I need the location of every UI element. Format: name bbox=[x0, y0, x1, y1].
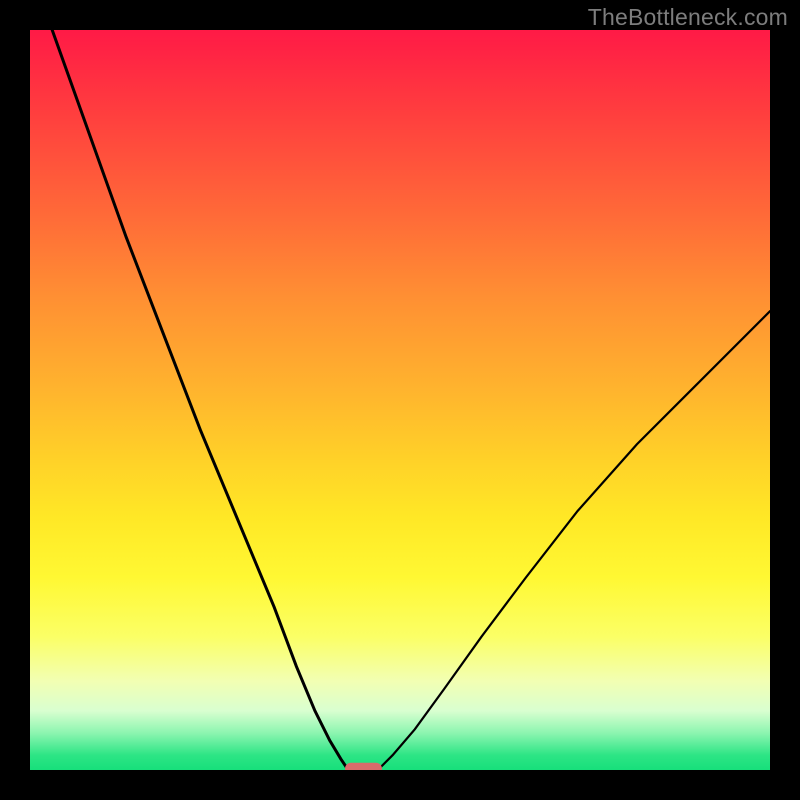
curve-svg bbox=[30, 30, 770, 770]
plot-area bbox=[30, 30, 770, 770]
curve-right-branch bbox=[378, 311, 770, 770]
watermark-text: TheBottleneck.com bbox=[588, 4, 788, 31]
bottleneck-marker bbox=[345, 763, 382, 770]
chart-frame: TheBottleneck.com bbox=[0, 0, 800, 800]
curve-left-branch bbox=[52, 30, 348, 770]
